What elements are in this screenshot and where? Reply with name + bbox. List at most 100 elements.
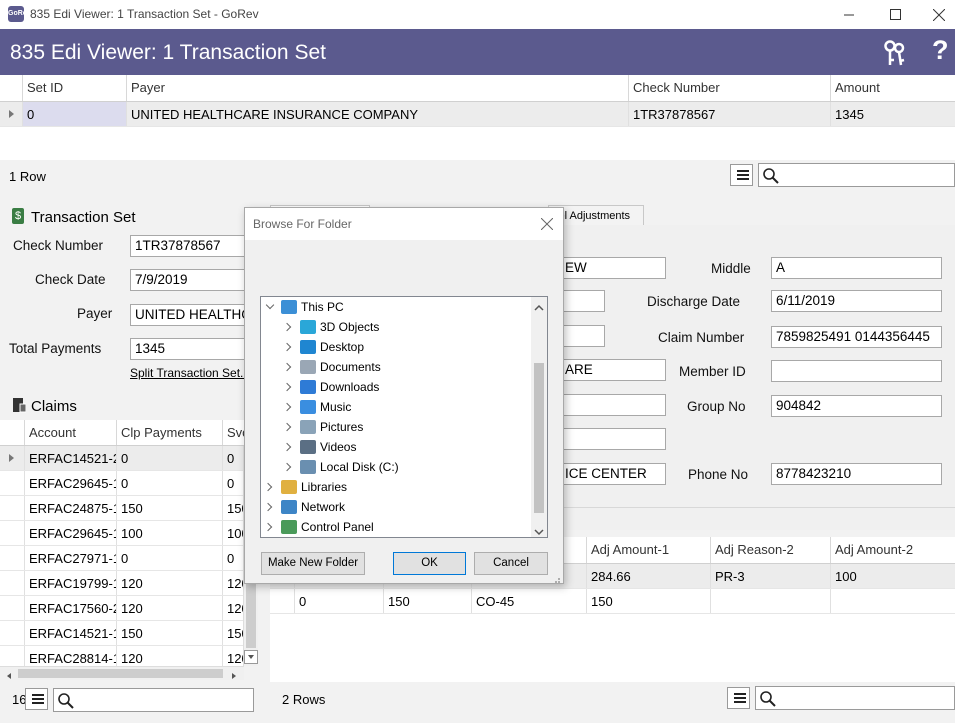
table-row[interactable]: ERFAC29645-1100100 [0,521,244,546]
chevron-right-icon[interactable] [282,442,292,452]
chevron-right-icon[interactable] [282,462,292,472]
col-amount[interactable]: Amount [830,75,955,101]
provider-field[interactable]: ICE CENTER [560,463,666,485]
chevron-down-icon[interactable] [265,300,275,310]
tree-item[interactable]: 3D Objects [261,317,531,337]
resize-grip-icon[interactable] [551,572,561,583]
pictures-icon [300,420,316,434]
tree-item[interactable]: Network [261,497,531,517]
chevron-right-icon[interactable] [282,382,292,392]
chevron-right-icon[interactable] [282,422,292,432]
col-account[interactable]: Account [24,420,116,445]
cell-svc: 0 [222,471,244,495]
discharge-date-field[interactable]: 6/11/2019 [771,290,942,312]
make-new-folder-button[interactable]: Make New Folder [261,552,365,575]
folder-tree-nodes: This PC 3D Objects Desktop Documents Downloa… [261,297,531,537]
claims-search-input[interactable] [53,688,254,712]
scroll-down-button[interactable] [244,650,258,664]
table-row[interactable]: ERFAC14521-2 0 0 [0,446,244,471]
group-no-field[interactable]: 904842 [771,395,942,417]
tree-item[interactable]: Desktop [261,337,531,357]
close-window-button[interactable] [916,0,955,29]
check-number-field[interactable]: 1TR37878567 [130,235,246,257]
table-row[interactable]: ERFAC27971-1 0 0 [0,546,244,571]
table-row[interactable]: 0 150 CO-45 150 [270,589,955,614]
tree-vscrollbar[interactable] [531,297,547,537]
adjustments-menu-button[interactable] [727,687,750,709]
search-icon [58,693,74,709]
ok-button[interactable]: OK [393,552,466,575]
total-payments-field[interactable]: 1345 [130,338,246,360]
tree-item[interactable]: Music [261,397,531,417]
table-row[interactable]: ERFAC24875-1150150 [0,496,244,521]
tree-item[interactable]: This PC [261,297,531,317]
help-icon[interactable]: ? [932,35,949,66]
table-row[interactable]: 0 UNITED HEALTHCARE INSURANCE COMPANY 1T… [0,102,955,127]
cancel-button[interactable]: Cancel [474,552,548,575]
claim-field-6[interactable] [560,428,666,450]
grid-menu-button[interactable] [730,164,753,186]
claims-hscroll-thumb[interactable] [18,669,223,678]
chevron-right-icon[interactable] [282,362,292,372]
tree-scroll-up-button[interactable] [534,300,544,315]
split-transaction-link[interactable]: Split Transaction Set... [130,366,250,380]
tree-item-label: Downloads [320,380,380,394]
cell-adj-c1: 0 [294,589,383,613]
table-row[interactable]: ERFAC19799-1120120 [0,571,244,596]
chevron-down-icon [248,655,254,659]
tree-item[interactable]: Control Panel [261,517,531,537]
scroll-right-button[interactable] [229,669,239,684]
chevron-right-icon[interactable] [263,502,273,512]
chevron-right-icon[interactable] [282,402,292,412]
claim-number-label: Claim Number [658,330,745,345]
adjustments-search-input[interactable] [755,686,955,710]
payer-field[interactable]: UNITED HEALTHCARE [130,304,246,326]
col-adj-amount-1[interactable]: Adj Amount-1 [586,537,708,563]
tree-item[interactable]: Local Disk (C:) [261,457,531,477]
table-row[interactable]: ERFAC14521-1150150 [0,621,244,646]
tree-scroll-down-button[interactable] [534,524,544,539]
tree-scroll-thumb[interactable] [534,363,544,513]
chevron-right-icon[interactable] [282,322,292,332]
cell-svc: 120 [222,596,244,620]
tree-item[interactable]: Pictures [261,417,531,437]
top-search-input[interactable] [758,163,955,187]
middle-field[interactable]: A [771,257,942,279]
table-row[interactable]: ERFAC17560-2120120 [0,596,244,621]
member-id-field[interactable] [771,360,942,382]
table-row[interactable]: ERFAC28814-1120120 [0,646,244,666]
col-set-id[interactable]: Set ID [22,75,126,101]
payer-name-field[interactable]: ARE [560,359,666,381]
table-row[interactable]: ERFAC29645-1 0 0 [0,471,244,496]
admission-field[interactable] [560,290,605,312]
col-check-number[interactable]: Check Number [628,75,830,101]
col-clp-payments[interactable]: Clp Payments [116,420,222,445]
col-adj-reason-2[interactable]: Adj Reason-2 [710,537,830,563]
claim-field-3[interactable] [560,325,605,347]
cell-account: ERFAC28814-1 [24,646,116,666]
phone-no-field[interactable]: 8778423210 [771,463,942,485]
tree-item[interactable]: Documents [261,357,531,377]
scroll-left-button[interactable] [4,669,14,684]
claim-number-field[interactable]: 7859825491 0144356445 [771,326,942,348]
first-name-field[interactable]: EW [560,257,666,279]
col-adj-amount-2[interactable]: Adj Amount-2 [830,537,955,563]
keys-icon[interactable] [880,38,910,68]
folder-tree[interactable]: This PC 3D Objects Desktop Documents Downloa… [260,296,548,538]
tree-item[interactable]: Libraries [261,477,531,497]
dialog-close-button[interactable] [540,217,554,233]
tree-item[interactable]: Downloads [261,377,531,397]
chevron-right-icon[interactable] [282,342,292,352]
maximize-button[interactable] [872,0,918,29]
minimize-button[interactable] [826,0,872,29]
tree-item[interactable]: Videos [261,437,531,457]
tree-item-label: Videos [320,440,357,454]
claim-field-5[interactable] [560,394,666,416]
claims-menu-button[interactable] [25,688,48,710]
chevron-right-icon[interactable] [263,482,273,492]
total-payments-label: Total Payments [9,341,102,356]
check-date-field[interactable]: 7/9/2019 [130,269,246,291]
claims-hscrollbar[interactable] [0,666,244,680]
chevron-right-icon[interactable] [263,522,273,532]
col-payer[interactable]: Payer [126,75,628,101]
